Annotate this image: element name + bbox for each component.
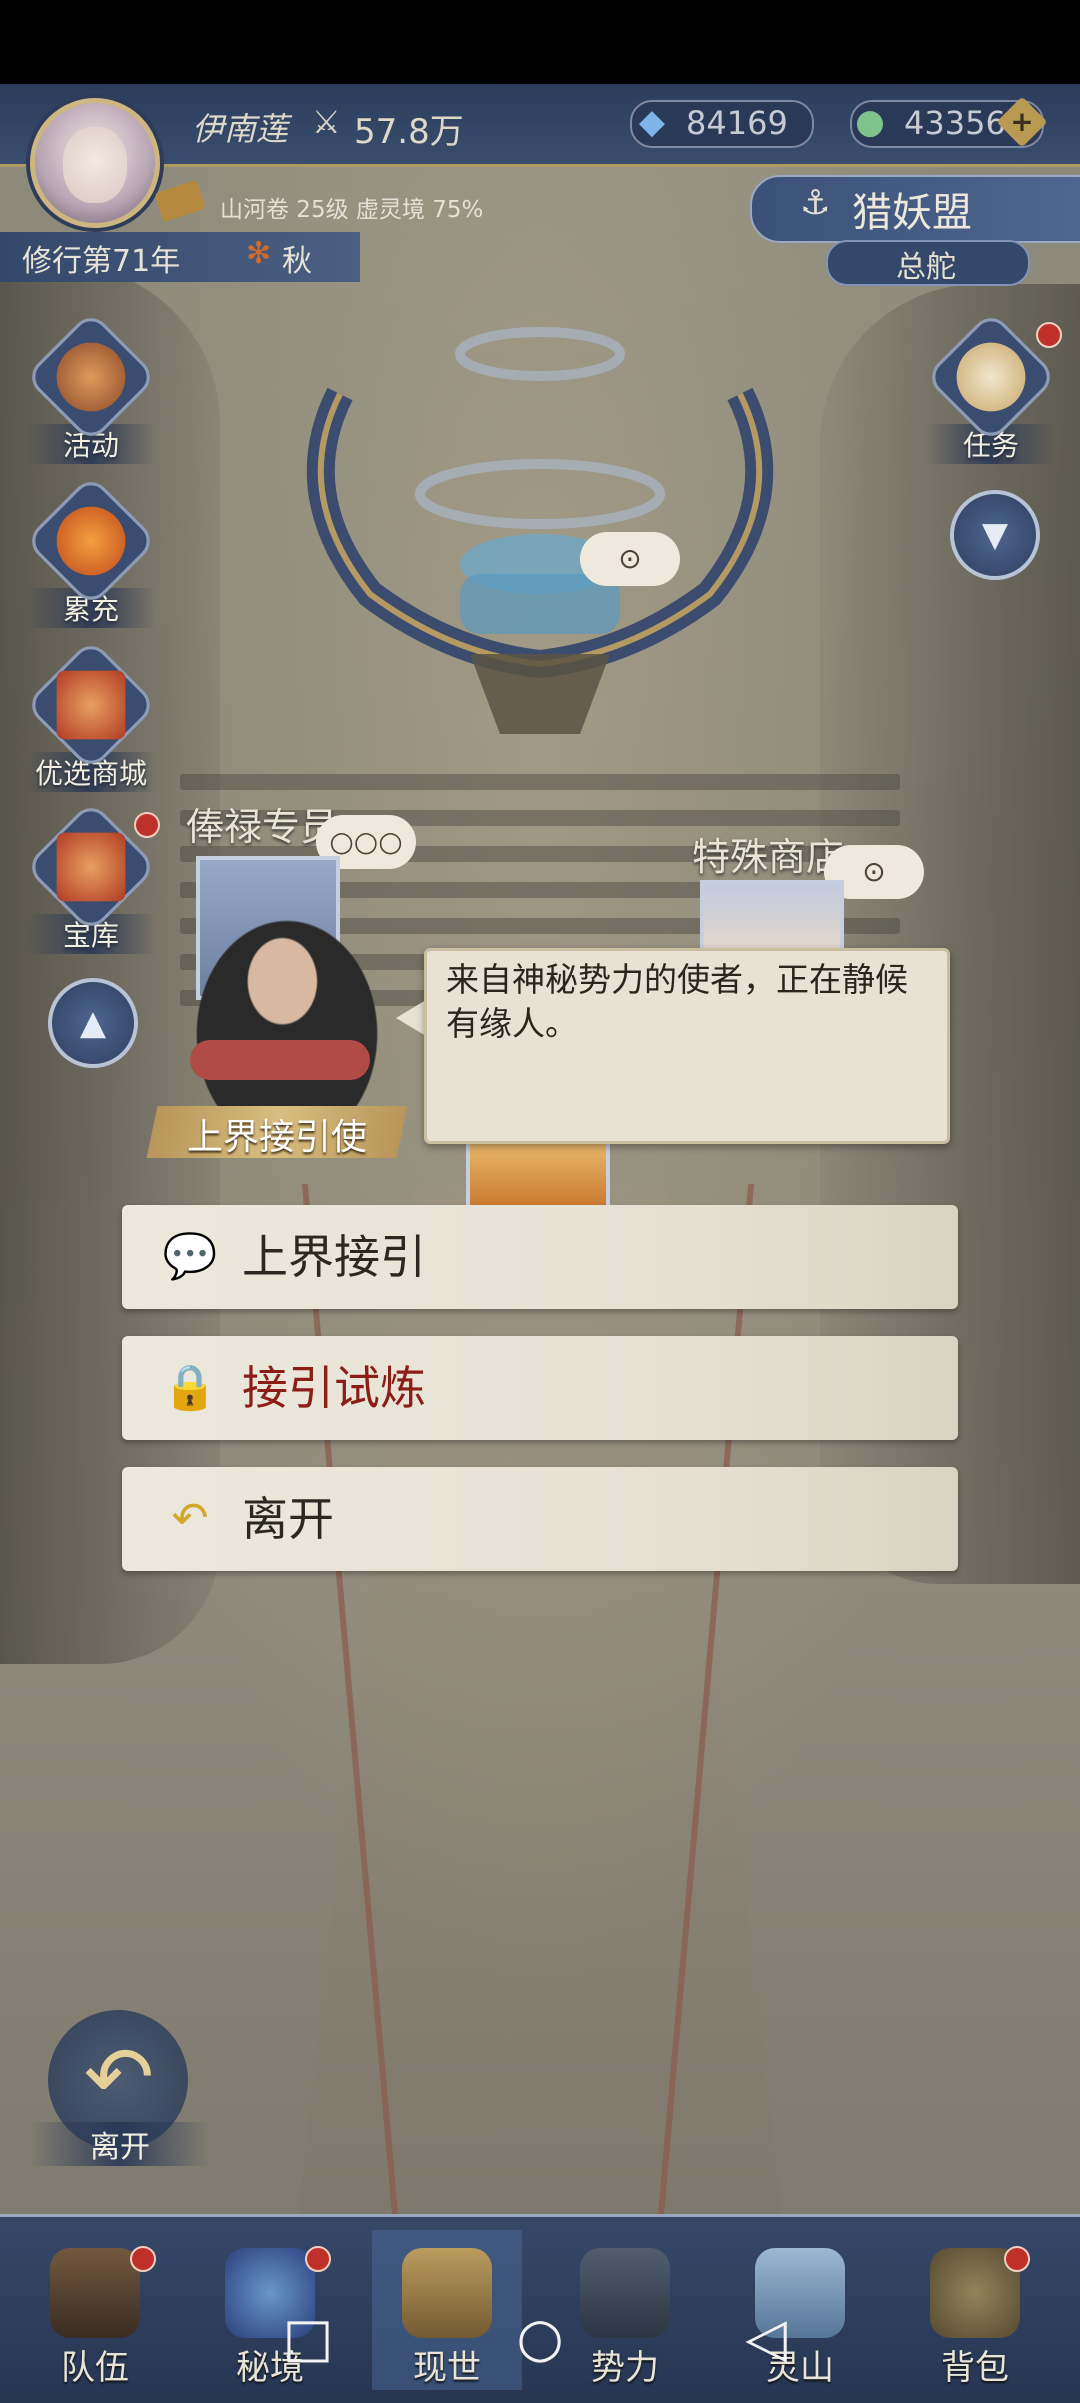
crystal-icon: ◆ <box>638 102 666 142</box>
expand-menu-button[interactable]: ▼ <box>950 490 1040 580</box>
nav-label-backpack: 背包 <box>941 2348 1009 2388</box>
nav-world[interactable]: 现世 <box>372 2230 522 2390</box>
recents-icon[interactable]: □ <box>282 2311 334 2365</box>
option-label: 上界接引 <box>242 1230 426 1284</box>
side-button-shop[interactable]: 优选商城 <box>24 638 158 792</box>
season: 秋 <box>282 244 312 279</box>
sign-special-shop: 特殊商店 <box>692 835 845 879</box>
avatar-face <box>63 127 127 203</box>
realm-info: 山河卷 25级 虚灵境 75% <box>220 197 484 223</box>
scroll-map-icon <box>402 2248 492 2338</box>
jade-icon: ● <box>855 102 885 142</box>
npc-portrait-partial[interactable] <box>466 1140 610 1214</box>
lock-icon: 🔒 <box>162 1362 218 1413</box>
chevron-up-icon: ▲ <box>79 1003 107 1043</box>
dialog-text: 来自神秘势力的使者，正在静候有缘人。 <box>446 960 908 1043</box>
faction-name: 猎妖盟 <box>852 190 972 236</box>
player-name: 伊南莲 <box>192 110 289 148</box>
collapse-menu-button[interactable]: ▲ <box>48 978 138 1068</box>
chevron-down-icon: ▼ <box>981 515 1009 555</box>
plus-icon: + <box>1010 105 1034 138</box>
npc-envoy-figure[interactable] <box>172 890 402 1130</box>
back-label: 离开 <box>30 2122 210 2166</box>
power-icon: ⚔ <box>312 103 341 141</box>
notification-dot <box>134 812 160 838</box>
faction-sub: 总舵 <box>896 250 956 285</box>
nav-label-faction: 势力 <box>591 2348 659 2388</box>
altar-artifact <box>306 327 774 734</box>
nav-label-world: 现世 <box>413 2348 481 2388</box>
dialog-tail <box>396 1000 426 1036</box>
npc-scarf <box>190 1040 370 1080</box>
npc-name: 上界接引使 <box>186 1117 367 1158</box>
dialog-options: 💬 上界接引 🔒 接引试炼 ↶ 离开 <box>122 1205 958 1598</box>
player-avatar[interactable] <box>30 98 160 228</box>
coin-bubble-icon[interactable]: ⊙ <box>580 532 680 586</box>
option-leave[interactable]: ↶ 离开 <box>122 1467 958 1571</box>
crystal-value: 84169 <box>686 104 788 142</box>
option-label: 离开 <box>242 1492 334 1546</box>
option-ascend-guide[interactable]: 💬 上界接引 <box>122 1205 958 1309</box>
return-arrow-icon: ↶ <box>171 1493 209 1544</box>
side-button-recharge[interactable]: 累充 <box>24 474 158 628</box>
chat-bubble-icon: 💬 <box>162 1231 218 1282</box>
nav-label-team: 队伍 <box>61 2348 129 2388</box>
notification-dot <box>305 2246 331 2272</box>
notification-dot <box>1004 2246 1030 2272</box>
back-arrow-icon: ↶ <box>83 2028 155 2126</box>
option-label: 接引试炼 <box>242 1361 426 1415</box>
nav-faction[interactable]: 势力 <box>550 2230 700 2390</box>
player-power: 57.8万 <box>354 112 464 152</box>
status-bar <box>0 0 1080 84</box>
notification-dot <box>130 2246 156 2272</box>
back-triangle-icon[interactable]: ◁ <box>740 2311 792 2365</box>
option-guide-trial[interactable]: 🔒 接引试炼 <box>122 1336 958 1440</box>
notification-dot <box>1036 322 1062 348</box>
pavilion-icon <box>580 2248 670 2338</box>
team-icon <box>50 2248 140 2338</box>
add-currency-button[interactable]: + <box>996 96 1048 148</box>
side-button-activity[interactable]: 活动 <box>24 310 158 464</box>
home-icon[interactable]: ○ <box>514 2311 566 2365</box>
cultivation-year: 修行第71年 <box>22 244 181 279</box>
maple-leaf-icon: ✻ <box>246 236 272 271</box>
jade-value: 43356 <box>904 104 1006 142</box>
faction-emblem-icon: ⚓ <box>800 183 831 223</box>
